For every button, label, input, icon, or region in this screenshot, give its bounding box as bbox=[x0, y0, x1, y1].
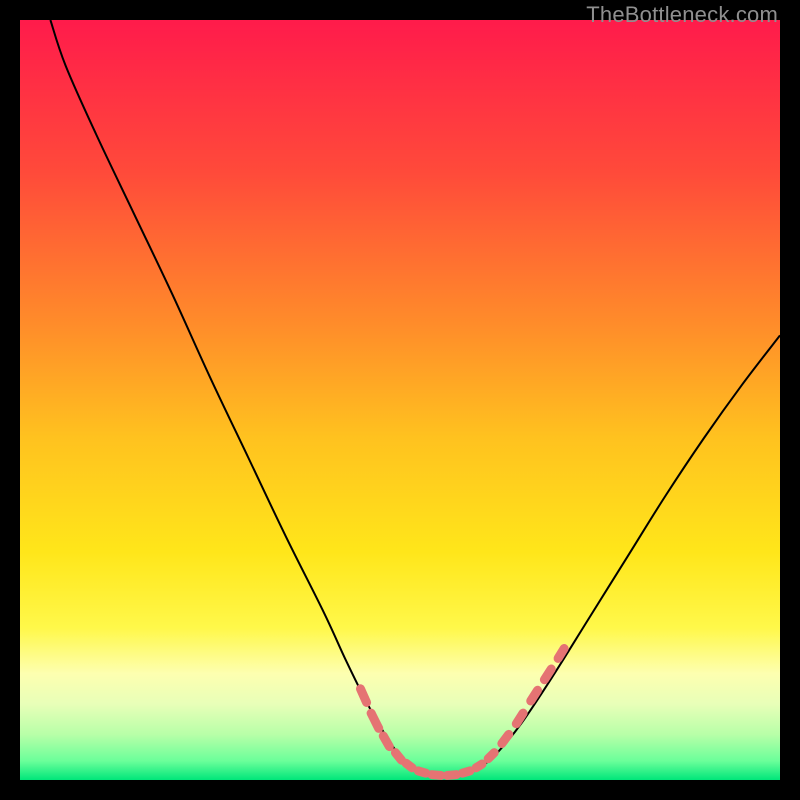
highlight-dash bbox=[418, 771, 426, 773]
chart-frame bbox=[20, 20, 780, 780]
highlight-dash bbox=[516, 713, 523, 724]
highlight-dash bbox=[360, 689, 366, 703]
highlight-dash bbox=[544, 669, 551, 680]
gradient-background bbox=[20, 20, 780, 780]
highlight-dash bbox=[462, 771, 470, 773]
highlight-dash bbox=[383, 736, 389, 747]
watermark-text: TheBottleneck.com bbox=[586, 2, 778, 28]
bottleneck-chart bbox=[20, 20, 780, 780]
highlight-dash bbox=[502, 734, 509, 743]
highlight-dash bbox=[447, 775, 456, 776]
highlight-dash bbox=[558, 649, 564, 659]
highlight-dash bbox=[395, 753, 401, 761]
highlight-dash bbox=[406, 763, 412, 768]
highlight-dash bbox=[476, 764, 482, 768]
highlight-dash bbox=[531, 690, 538, 701]
highlight-dash bbox=[488, 753, 494, 759]
highlight-dash bbox=[432, 775, 441, 776]
